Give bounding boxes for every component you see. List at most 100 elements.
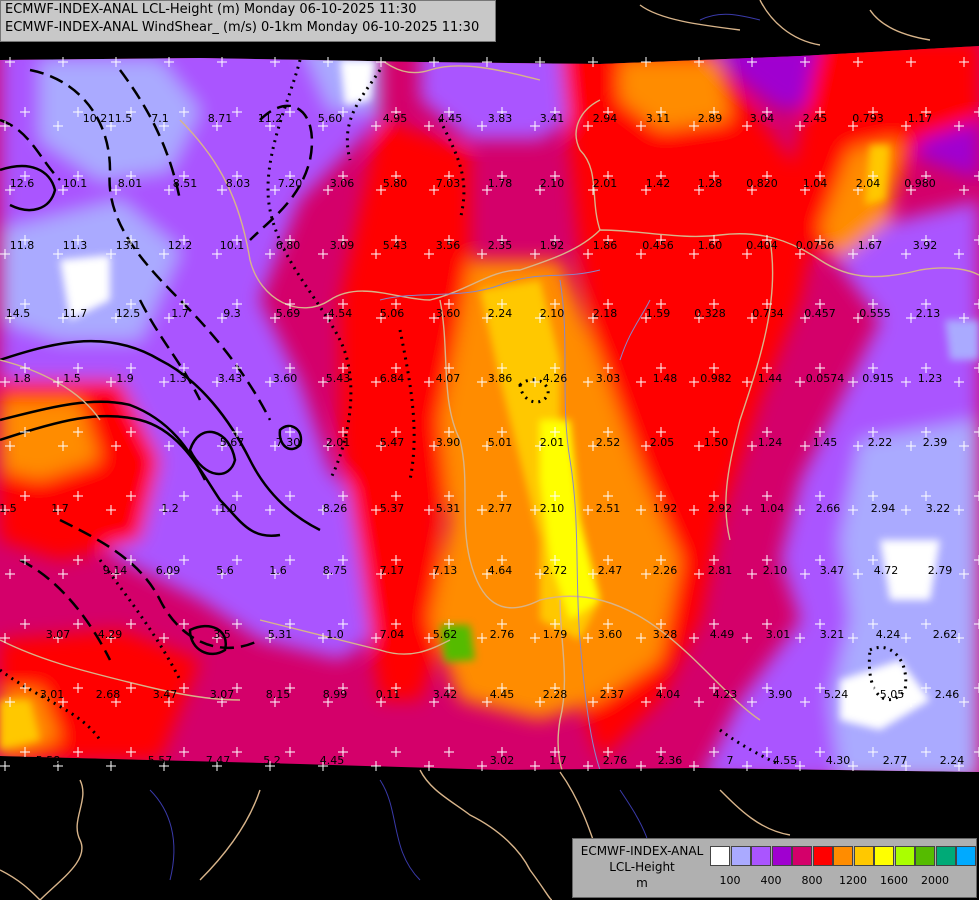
shear-value-label: 5.57 [148, 754, 173, 767]
legend-swatch [792, 846, 812, 866]
shear-value-label: 2.62 [933, 628, 958, 641]
shear-value-label: 7 [727, 754, 734, 767]
shear-value-label: 0.328 [694, 307, 726, 320]
shear-value-label: 14.5 [6, 307, 31, 320]
legend-tick-label: 1600 [880, 874, 908, 887]
shear-value-label: 0.980 [904, 177, 936, 190]
shear-value-label: 1.3 [169, 372, 187, 385]
shear-value-label: 2.05 [650, 436, 675, 449]
shear-value-label: 9.14 [103, 564, 128, 577]
shear-value-label: 12.6 [10, 177, 35, 190]
shear-value-label: 0.793 [852, 112, 884, 125]
legend-swatch [833, 846, 853, 866]
shear-value-label: 10.1 [63, 177, 88, 190]
shear-value-label: 2.37 [600, 688, 625, 701]
legend-swatch [710, 846, 730, 866]
shear-value-label: 5.2 [263, 754, 281, 767]
shear-value-label: 8.51 [173, 177, 198, 190]
shear-value-label: 5.31 [268, 628, 293, 641]
shear-value-label: 4.24 [876, 628, 901, 641]
shear-value-label: 12.5 [116, 307, 141, 320]
shear-value-label: 8.75 [323, 564, 348, 577]
shear-value-label: 1.23 [918, 372, 943, 385]
shear-value-label: 12.2 [168, 239, 193, 252]
shear-value-label: 1.0 [326, 628, 344, 641]
shear-value-label: 3.22 [926, 502, 951, 515]
shear-value-label: 5.01 [488, 436, 513, 449]
shear-value-label: 5.43 [326, 372, 351, 385]
shear-value-label: 1.24 [758, 436, 783, 449]
shear-value-label: 3.60 [273, 372, 298, 385]
shear-value-label: 4.07 [436, 372, 461, 385]
shear-value-label: 0.404 [746, 239, 778, 252]
shear-value-label: 3.42 [433, 688, 458, 701]
shear-value-label: 3.90 [768, 688, 793, 701]
shear-value-label: 2.77 [488, 502, 513, 515]
shear-value-label: 9.3 [223, 307, 241, 320]
shear-value-label: 2.72 [543, 564, 568, 577]
shear-value-label: 2.01 [540, 436, 565, 449]
shear-value-label: 1.59 [646, 307, 671, 320]
shear-value-label: 2.10 [540, 177, 565, 190]
shear-value-label: 3.86 [488, 372, 513, 385]
shear-value-label: 8.03 [226, 177, 251, 190]
legend-swatch [956, 846, 976, 866]
legend-swatch [935, 846, 956, 866]
shear-value-label: 3.43 [218, 372, 243, 385]
shear-value-label: 3.09 [330, 239, 355, 252]
shear-value-label: 1.7 [549, 754, 567, 767]
shear-value-label: 3.04 [750, 112, 775, 125]
shear-value-label: 6.09 [156, 564, 181, 577]
color-legend: ECMWF-INDEX-ANAL LCL-Height m 100 400 800 1… [572, 838, 977, 898]
shear-value-label: 1.92 [540, 239, 565, 252]
legend-title: ECMWF-INDEX-ANAL LCL-Height m [577, 843, 707, 891]
shear-value-label: 0.915 [862, 372, 894, 385]
shear-value-label: 2.04 [856, 177, 881, 190]
shear-value-label: 4.64 [488, 564, 513, 577]
shear-value-label: 5.31 [436, 502, 461, 515]
shear-value-label: 8.15 [266, 688, 291, 701]
shear-value-label: 0.0574 [806, 372, 845, 385]
shear-value-label: 4.26 [543, 372, 568, 385]
shear-value-label: 0.0756 [796, 239, 835, 252]
shear-value-label: 4.45 [320, 754, 345, 767]
shear-value-label: 7.47 [206, 754, 231, 767]
shear-value-label: 2.35 [488, 239, 513, 252]
shear-value-label: 11.7 [63, 307, 88, 320]
shear-value-label: 2.79 [928, 564, 953, 577]
shear-value-label: 2.24 [940, 754, 965, 767]
shear-value-label: 3.60 [436, 307, 461, 320]
shear-value-label: 3.47 [153, 688, 178, 701]
shear-value-label: 1.42 [646, 177, 671, 190]
legend-line-1: ECMWF-INDEX-ANAL [580, 844, 704, 858]
shear-value-label: 1.0 [219, 502, 237, 515]
legend-line-2: LCL-Height [609, 860, 675, 874]
shear-value-label: 1.28 [698, 177, 723, 190]
shear-value-label: 2.92 [708, 502, 733, 515]
shear-value-label: 2.76 [603, 754, 628, 767]
shear-value-label: 3.06 [330, 177, 355, 190]
shear-value-label: 0.457 [804, 307, 836, 320]
legend-swatch [874, 846, 894, 866]
shear-value-label: 2.89 [698, 112, 723, 125]
shear-value-label: 5.37 [380, 502, 405, 515]
shear-value-label: 1.04 [803, 177, 828, 190]
shear-value-label: 1.44 [758, 372, 783, 385]
shear-value-label: 2.01 [326, 436, 351, 449]
shear-value-label: 4.95 [383, 112, 408, 125]
shear-value-label: 1.04 [760, 502, 785, 515]
shear-value-label: 5.62 [433, 628, 458, 641]
shear-value-label: 8.26 [323, 502, 348, 515]
shear-value-label: 10.1 [220, 239, 245, 252]
shear-value-label: 1.50 [704, 436, 729, 449]
shear-value-label: 0.456 [642, 239, 674, 252]
legend-tick-label: 1200 [839, 874, 867, 887]
shear-value-label: 4.30 [826, 754, 851, 767]
shear-value-label: 3.41 [540, 112, 565, 125]
shear-value-label: 0.11 [376, 688, 401, 701]
shear-value-label: 5.47 [380, 436, 405, 449]
shear-value-label: 5.24 [824, 688, 849, 701]
shear-value-label: 7.17 [380, 564, 405, 577]
shear-value-label: 4.23 [713, 688, 738, 701]
shear-value-label: 1.6 [269, 564, 287, 577]
